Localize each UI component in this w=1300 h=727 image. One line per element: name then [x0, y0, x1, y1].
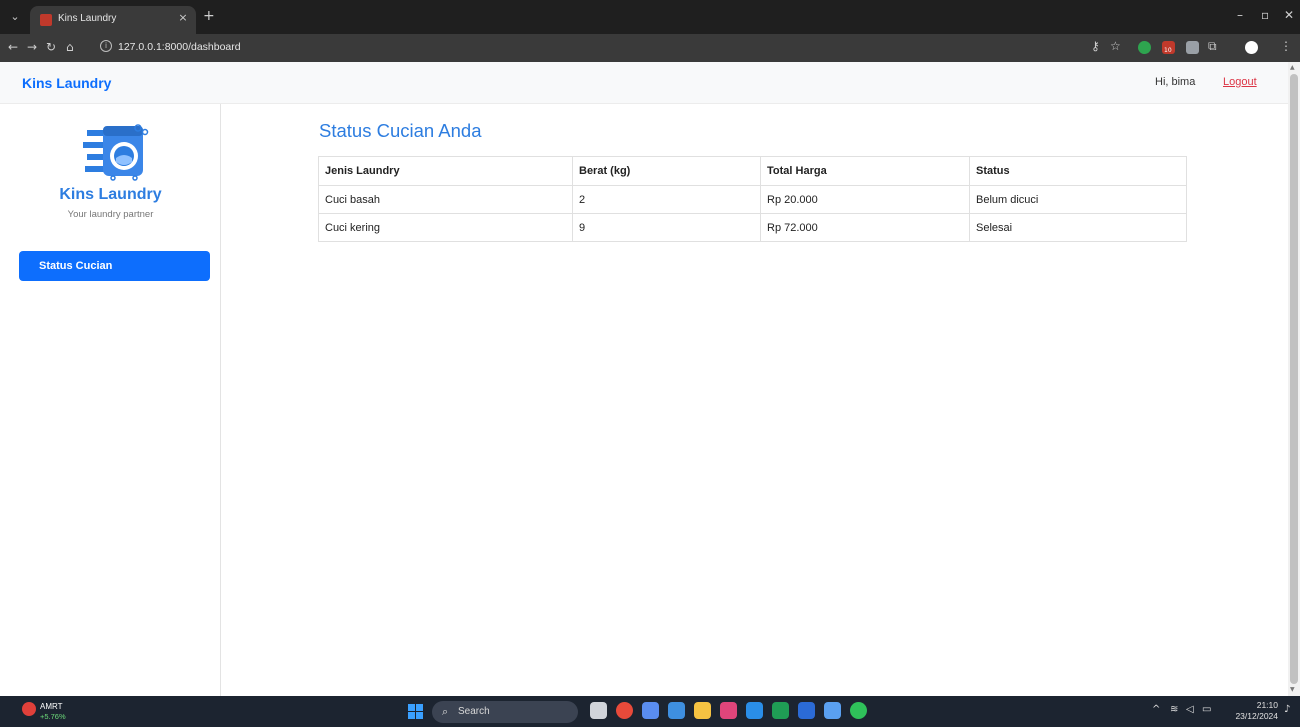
column-header: Berat (kg)	[572, 156, 761, 186]
chrome-icon[interactable]	[616, 702, 633, 719]
extensions-puzzle-icon[interactable]: ⧉	[1208, 39, 1217, 54]
table-row: Cuci kering 9 Rp 72.000 Selesai	[318, 213, 1187, 242]
navbar-brand[interactable]: Kins Laundry	[22, 75, 111, 91]
logout-link[interactable]: Logout	[1223, 76, 1257, 88]
sidebar-item-status-cucian[interactable]: Status Cucian	[19, 251, 210, 281]
table-cell: Rp 20.000	[760, 185, 970, 214]
volume-icon[interactable]: ◁	[1186, 704, 1194, 715]
task-view-icon[interactable]	[590, 702, 607, 719]
reload-icon[interactable]: ↻	[46, 40, 56, 54]
table-cell: Belum dicuci	[969, 185, 1187, 214]
file-explorer-icon[interactable]	[694, 702, 711, 719]
table-row: Cuci basah 2 Rp 20.000 Belum dicuci	[318, 185, 1187, 214]
favicon-icon	[40, 14, 52, 26]
scroll-down-icon[interactable]: ▼	[1290, 686, 1295, 693]
copilot-icon[interactable]	[642, 702, 659, 719]
browser-address-bar: ← → ↻ ⌂ i 127.0.0.1:8000/dashboard ⚷ ☆ 1…	[0, 34, 1300, 62]
page-title: Status Cucian Anda	[319, 120, 482, 141]
vscode-icon[interactable]	[746, 702, 763, 719]
new-tab-button[interactable]: +	[203, 8, 215, 24]
sidebar-title: Kins Laundry	[59, 186, 162, 203]
tab-title: Kins Laundry	[58, 13, 117, 24]
sidebar: Kins Laundry Your laundry partner Status…	[0, 104, 221, 696]
app-header: Kins Laundry Hi, bima Logout	[0, 62, 1288, 104]
stock-change: +5.76%	[40, 712, 66, 721]
tab-search-icon[interactable]: ⌄	[6, 8, 24, 26]
table-cell: 9	[572, 213, 761, 242]
user-greeting: Hi, bima	[1155, 76, 1196, 88]
search-icon: ⌕	[442, 705, 449, 718]
xampp-icon[interactable]	[720, 702, 737, 719]
password-key-icon[interactable]: ⚷	[1091, 39, 1100, 53]
restore-icon[interactable]: ▫	[1261, 8, 1269, 22]
table-cell: Cuci kering	[318, 213, 573, 242]
table-cell: Selesai	[969, 213, 1187, 242]
stock-widget-icon[interactable]	[22, 702, 36, 716]
column-header: Jenis Laundry	[318, 156, 573, 186]
laundry-status-table: Jenis Laundry Berat (kg) Total Harga Sta…	[318, 156, 1187, 242]
taskbar: AMRT +5.76% ⌕ Search ^ ≋ ◁ ▭ 21:10 23/12…	[0, 696, 1300, 727]
clock-date[interactable]: 23/12/2024	[1222, 711, 1278, 721]
notepad-icon[interactable]	[824, 702, 841, 719]
page-scrollbar[interactable]: ▲ ▼	[1288, 62, 1300, 696]
table-header-row: Jenis Laundry Berat (kg) Total Harga Sta…	[318, 156, 1187, 186]
word-icon[interactable]	[798, 702, 815, 719]
table-cell: Rp 72.000	[760, 213, 970, 242]
page: Kins Laundry Hi, bima Logout Kins Laundr	[0, 62, 1300, 696]
browser-tab-bar: ⌄ Kins Laundry × + – ▫ ✕	[0, 0, 1300, 34]
wifi-icon[interactable]: ≋	[1170, 704, 1178, 715]
url-field[interactable]: 127.0.0.1:8000/dashboard	[118, 41, 241, 53]
clock-time[interactable]: 21:10	[1238, 700, 1278, 710]
sidebar-subtitle: Your laundry partner	[67, 209, 154, 220]
site-info-icon[interactable]: i	[100, 40, 112, 52]
column-header: Status	[969, 156, 1187, 186]
extension-gray-icon[interactable]	[1186, 41, 1199, 54]
scrollbar-thumb[interactable]	[1290, 74, 1298, 684]
windows-start-icon[interactable]	[408, 704, 423, 719]
store-icon[interactable]	[668, 702, 685, 719]
table-cell: 2	[572, 185, 761, 214]
home-icon[interactable]: ⌂	[66, 40, 74, 54]
profile-avatar[interactable]	[1245, 41, 1258, 54]
excel-icon[interactable]	[772, 702, 789, 719]
column-header: Total Harga	[760, 156, 970, 186]
forward-icon[interactable]: →	[27, 40, 37, 54]
search-placeholder: Search	[458, 706, 490, 717]
extension-green-icon[interactable]	[1138, 41, 1151, 54]
minimize-icon[interactable]: –	[1237, 8, 1243, 22]
whatsapp-icon[interactable]	[850, 702, 867, 719]
laundry-logo-icon	[83, 120, 157, 182]
browser-tab[interactable]: Kins Laundry ×	[30, 6, 196, 34]
window-close-icon[interactable]: ✕	[1284, 8, 1294, 22]
battery-icon[interactable]: ▭	[1202, 704, 1211, 715]
browser-menu-icon[interactable]: ⋮	[1280, 39, 1292, 53]
tray-chevron-icon[interactable]: ^	[1152, 704, 1160, 715]
notification-bell-icon[interactable]: ♪	[1284, 704, 1290, 715]
stock-name: AMRT	[40, 702, 63, 711]
extension-badge-count: 10	[1164, 47, 1172, 54]
tab-close-icon[interactable]: ×	[176, 11, 190, 25]
back-icon[interactable]: ←	[8, 40, 18, 54]
taskbar-search[interactable]: ⌕ Search	[432, 701, 578, 723]
bookmark-star-icon[interactable]: ☆	[1110, 39, 1121, 53]
table-cell: Cuci basah	[318, 185, 573, 214]
scroll-up-icon[interactable]: ▲	[1290, 64, 1295, 71]
